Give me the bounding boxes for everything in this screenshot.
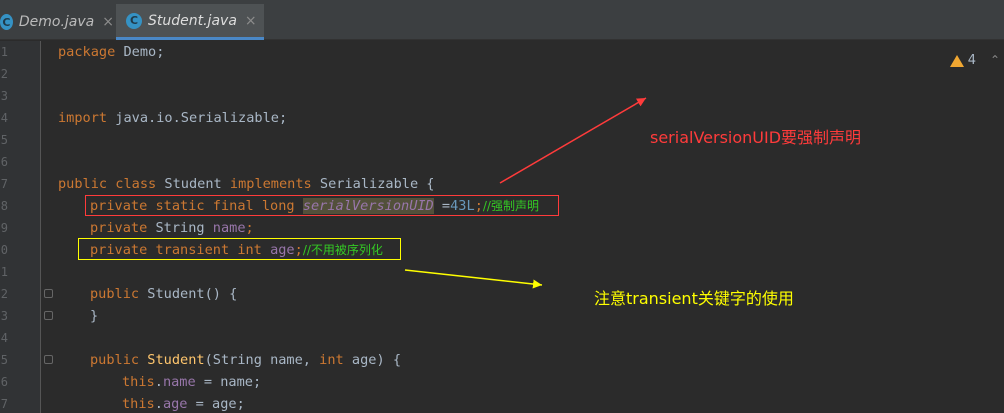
annotation-arrows [404, 97, 647, 289]
yellow-arrow [404, 269, 543, 289]
red-arrow [499, 97, 647, 184]
red-callout: serialVersionUID要强制声明 [650, 128, 862, 147]
yellow-callout: 注意transient关键字的使用 [594, 289, 794, 308]
